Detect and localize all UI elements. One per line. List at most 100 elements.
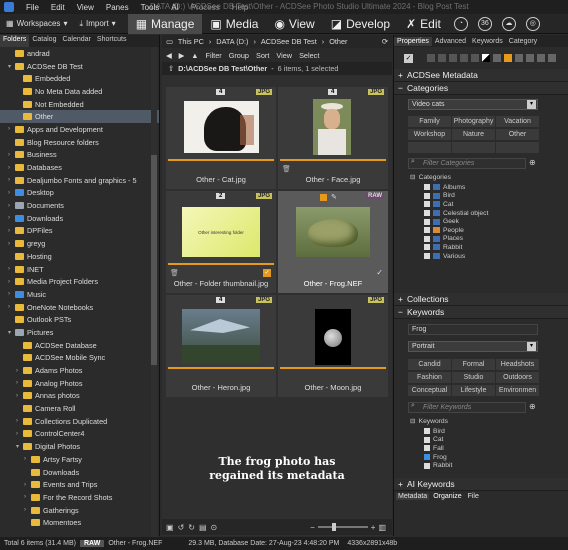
thumbnail-folder[interactable]: 2 JPG Other interesting folder 🗑 ✓ Other… — [166, 191, 276, 293]
add-icon[interactable]: ⊕ — [529, 158, 536, 167]
view-mode-icon[interactable]: ▥ — [378, 523, 386, 532]
rotate-right-icon[interactable]: ↻ — [188, 523, 195, 532]
tree-item[interactable]: › Adams Photos — [0, 364, 159, 377]
mode-manage[interactable]: ▦ Manage — [127, 13, 203, 34]
category-item[interactable]: People — [424, 226, 464, 235]
tree-item[interactable]: › INET — [0, 263, 159, 276]
checkbox[interactable] — [424, 218, 430, 225]
kw-btn-outdoors[interactable]: Outdoors — [496, 372, 539, 383]
checkbox[interactable] — [424, 436, 430, 443]
category-set-dropdown[interactable]: Video cats ▾ — [408, 99, 538, 110]
checkbox[interactable] — [424, 227, 430, 234]
section-collections[interactable]: + Collections — [394, 293, 568, 306]
slideshow-icon[interactable]: ⊙ — [211, 523, 218, 532]
select-button[interactable]: Select — [299, 51, 319, 60]
add-icon[interactable]: ⊕ — [529, 402, 536, 411]
tree-item[interactable]: › Collections Duplicated — [0, 415, 159, 428]
category-item[interactable]: Bird — [424, 192, 455, 201]
view-button[interactable]: View — [276, 51, 292, 60]
tab-keywords[interactable]: Keywords — [469, 37, 506, 46]
tab-file[interactable]: File — [466, 493, 481, 500]
rating-3[interactable] — [449, 54, 457, 62]
chevron-right-icon[interactable]: › — [8, 177, 15, 183]
cat-btn-empty[interactable] — [452, 142, 495, 153]
tree-item[interactable]: Blog Resource folders — [0, 136, 159, 149]
tree-item[interactable]: › Apps and Development — [0, 123, 159, 136]
chevron-down-icon[interactable]: ▾ — [8, 63, 15, 70]
chevron-right-icon[interactable]: › — [24, 482, 31, 488]
chevron-right-icon[interactable]: › — [8, 203, 15, 209]
menu-edit[interactable]: Edit — [45, 3, 71, 12]
tab-category[interactable]: Category — [506, 37, 540, 46]
tree-item[interactable]: › Music — [0, 288, 159, 301]
cat-tree-root[interactable]: ⊟ Categories — [410, 173, 451, 182]
label-red[interactable] — [493, 54, 501, 62]
dashboard-icon[interactable]: ◔ — [453, 16, 468, 31]
label-orange[interactable] — [504, 54, 512, 62]
rating-5[interactable] — [471, 54, 479, 62]
chevron-right-icon[interactable]: › — [16, 368, 23, 374]
tree-item[interactable]: Other — [0, 110, 159, 124]
kw-btn-studio[interactable]: Studio — [452, 372, 495, 383]
tree-item[interactable]: › Desktop — [0, 187, 159, 200]
tree-item[interactable]: › Databases — [0, 161, 159, 174]
tree-item[interactable]: › Annas photos — [0, 390, 159, 403]
tree-item[interactable]: › Media Project Folders — [0, 275, 159, 288]
chevron-right-icon[interactable]: › — [8, 304, 15, 310]
label-green[interactable] — [526, 54, 534, 62]
tree-item[interactable]: › Downloads — [0, 212, 159, 225]
chevron-right-icon[interactable]: › — [24, 494, 31, 500]
tree-item[interactable]: › Business — [0, 149, 159, 162]
chevron-right-icon[interactable]: › — [24, 507, 31, 513]
breadcrumb-data[interactable]: DATA (D:) — [216, 37, 248, 46]
clear-rating[interactable] — [482, 54, 490, 62]
chevron-right-icon[interactable]: › — [8, 291, 15, 297]
chevron-right-icon[interactable]: › — [8, 279, 15, 285]
tab-properties[interactable]: Properties — [394, 36, 432, 46]
checkbox[interactable] — [424, 445, 430, 452]
kw-btn-environment[interactable]: Environmen — [496, 385, 539, 396]
cat-btn-photography[interactable]: Photography — [452, 116, 495, 127]
tab-organize[interactable]: Organize — [431, 493, 463, 500]
cat-btn-vacation[interactable]: Vacation — [496, 116, 539, 127]
checkbox[interactable] — [424, 235, 430, 242]
tab-folders[interactable]: Folders — [0, 35, 30, 47]
cat-btn-family[interactable]: Family — [408, 116, 451, 127]
sort-button[interactable]: Sort — [256, 51, 269, 60]
filter-categories-input[interactable]: Filter Categories — [408, 158, 526, 169]
checkbox[interactable] — [424, 201, 430, 208]
section-ai-keywords[interactable]: + AI Keywords — [394, 478, 568, 491]
tree-item[interactable]: ▾ Pictures — [0, 326, 159, 339]
keyword-item[interactable]: Rabbit — [424, 461, 452, 470]
thumbnail-moon[interactable]: JPG Other - Moon.jpg — [278, 295, 388, 397]
checkbox[interactable] — [424, 462, 430, 469]
checkbox[interactable] — [424, 454, 430, 461]
tree-item[interactable]: › greyg — [0, 237, 159, 250]
category-item[interactable]: Cat — [424, 200, 453, 209]
trash-icon[interactable]: 🗑 — [282, 165, 291, 173]
compare-icon[interactable]: ▤ — [199, 523, 207, 532]
chevron-down-icon[interactable]: ▾ — [16, 443, 23, 450]
tree-item[interactable]: › Documents — [0, 199, 159, 212]
mode-develop[interactable]: ◪ Develop — [323, 14, 398, 34]
forward-icon[interactable]: ▶ — [179, 51, 185, 60]
chevron-right-icon[interactable]: › — [16, 393, 23, 399]
tree-item[interactable]: › Dealjumbo Fonts and graphics - 5 — [0, 174, 159, 187]
rating-1[interactable] — [427, 54, 435, 62]
chevron-right-icon[interactable]: › — [24, 456, 31, 462]
chevron-right-icon[interactable]: › — [8, 228, 15, 234]
menu-panes[interactable]: Panes — [100, 3, 135, 12]
kw-btn-fashion[interactable]: Fashion — [408, 372, 451, 383]
chevron-right-icon[interactable]: › — [16, 431, 23, 437]
checkbox[interactable] — [424, 428, 430, 435]
zoom-in-icon[interactable]: + — [371, 523, 376, 532]
cat-btn-empty[interactable] — [496, 142, 539, 153]
cat-btn-nature[interactable]: Nature — [452, 129, 495, 140]
tree-item[interactable]: ACDSee Database — [0, 339, 159, 352]
tab-shortcuts[interactable]: Shortcuts — [94, 35, 130, 47]
keyword-set-dropdown[interactable]: Portrait ▾ — [408, 341, 538, 352]
tab-catalog[interactable]: Catalog — [29, 35, 59, 47]
chevron-right-icon[interactable]: › — [8, 165, 15, 171]
menu-view[interactable]: View — [71, 3, 100, 12]
chevron-right-icon[interactable]: › — [8, 126, 15, 132]
